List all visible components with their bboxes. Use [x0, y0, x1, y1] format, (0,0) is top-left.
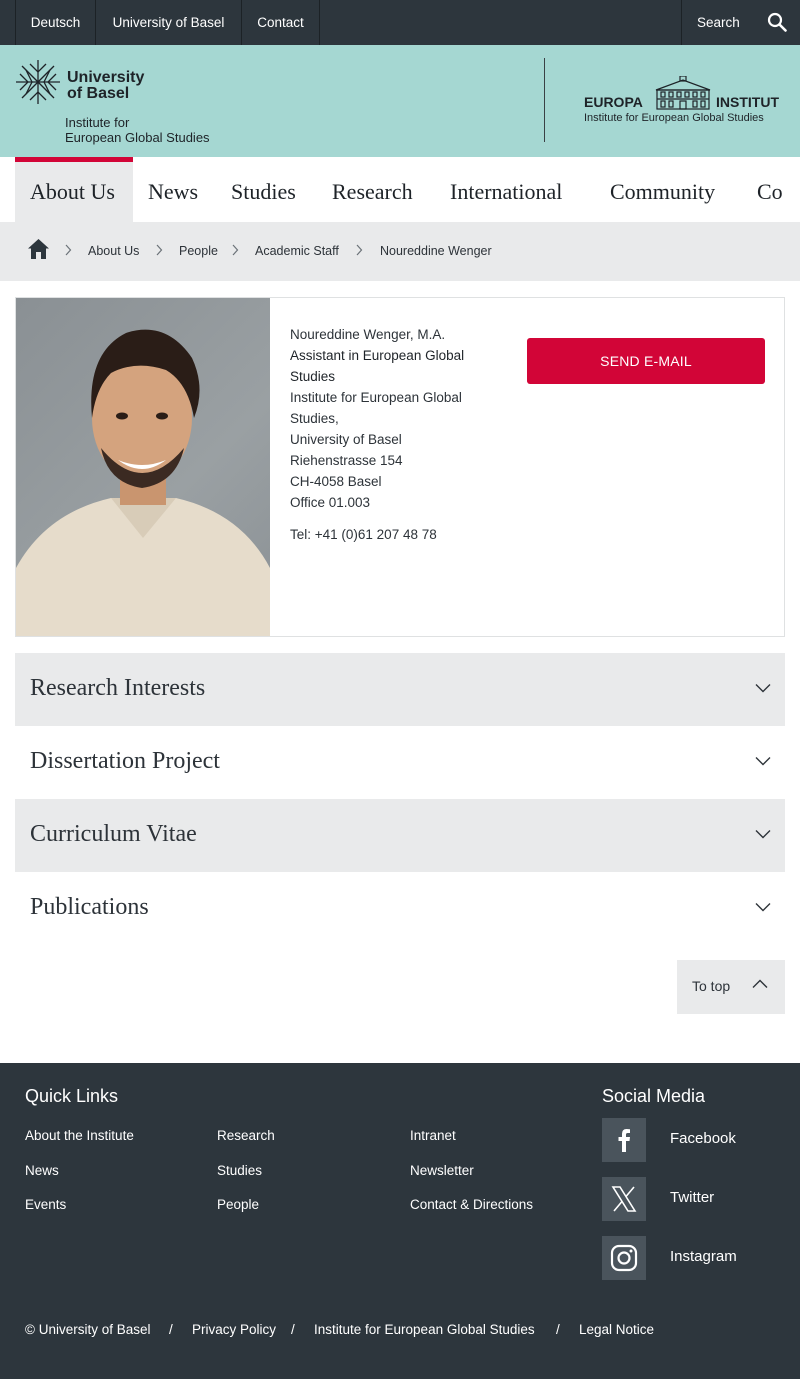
nav-item-studies[interactable]: Studies: [231, 157, 296, 222]
footer-link-events[interactable]: Events: [25, 1197, 66, 1212]
nav-item-community[interactable]: Community: [610, 157, 715, 222]
search-icon: [767, 12, 787, 32]
site-header: University of Basel Institute for Europe…: [0, 45, 800, 157]
copyright-link[interactable]: © University of Basel: [25, 1322, 151, 1337]
privacy-policy-link[interactable]: Privacy Policy: [192, 1322, 276, 1337]
facebook-icon[interactable]: [602, 1118, 646, 1162]
person-role-line1: Assistant in European Global: [290, 348, 465, 363]
instagram-link[interactable]: Instagram: [670, 1248, 737, 1265]
quick-links-heading: Quick Links: [25, 1086, 119, 1106]
twitter-x-icon[interactable]: [602, 1177, 646, 1221]
chevron-right-icon: [232, 244, 239, 256]
address-line: University of Basel: [290, 432, 402, 447]
footer-link-intranet[interactable]: Intranet: [410, 1128, 456, 1143]
chevron-down-icon: [755, 903, 771, 912]
instagram-icon[interactable]: [602, 1236, 646, 1280]
breadcrumb-people[interactable]: People: [179, 244, 218, 258]
footer-separator: /: [291, 1322, 295, 1337]
institute-link[interactable]: Institute for European Global Studies: [314, 1322, 535, 1337]
person-role-line2: Studies: [290, 369, 336, 384]
footer-link-contact-directions[interactable]: Contact & Directions: [410, 1197, 533, 1212]
nav-item-contact-truncated[interactable]: Co: [757, 157, 783, 222]
building-icon: [655, 76, 711, 110]
chevron-right-icon: [356, 244, 363, 256]
chevron-down-icon: [755, 684, 771, 693]
main-navigation: About Us News Studies Research Internati…: [0, 157, 800, 222]
top-bar: Deutsch University of Basel Contact Sear…: [0, 0, 800, 45]
university-logo-icon[interactable]: [15, 59, 61, 105]
breadcrumb: About Us People Academic Staff Noureddin…: [0, 222, 800, 281]
accordion-dissertation-project[interactable]: Dissertation Project: [15, 726, 785, 799]
profile-photo: [16, 298, 270, 636]
chevron-up-icon: [752, 979, 768, 988]
breadcrumb-about-us[interactable]: About Us: [88, 244, 139, 258]
contact-link[interactable]: Contact: [242, 0, 320, 45]
footer-link-people[interactable]: People: [217, 1197, 259, 1212]
accordion-publications[interactable]: Publications: [15, 872, 785, 945]
footer-link-research[interactable]: Research: [217, 1128, 275, 1143]
site-footer: Quick Links About the Institute News Eve…: [0, 1063, 800, 1379]
university-name[interactable]: University of Basel: [67, 70, 144, 102]
breadcrumb-academic-staff[interactable]: Academic Staff: [255, 244, 339, 258]
accordion-title: Publications: [30, 894, 149, 920]
footer-link-newsletter[interactable]: Newsletter: [410, 1163, 474, 1178]
europa-subtitle: Institute for European Global Studies: [584, 112, 764, 124]
to-top-button[interactable]: To top: [677, 960, 785, 1014]
footer-separator: /: [556, 1322, 560, 1337]
nav-item-international[interactable]: International: [450, 157, 562, 222]
twitter-link[interactable]: Twitter: [670, 1189, 714, 1206]
institut-word: INSTITUT: [716, 94, 779, 110]
chevron-down-icon: [755, 757, 771, 766]
accordion-title: Research Interests: [30, 675, 206, 701]
footer-link-about[interactable]: About the Institute: [25, 1128, 134, 1143]
footer-link-news[interactable]: News: [25, 1163, 59, 1178]
legal-notice-link[interactable]: Legal Notice: [579, 1322, 654, 1337]
nav-item-about-us[interactable]: About Us: [15, 157, 133, 222]
university-link[interactable]: University of Basel: [96, 0, 242, 45]
institute-name[interactable]: Institute for European Global Studies: [65, 115, 210, 145]
office-line: Office 01.003: [290, 495, 371, 510]
address-line: Institute for European Global: [290, 390, 462, 405]
header-divider: [544, 58, 545, 142]
contact-details: Noureddine Wenger, M.A. Assistant in Eur…: [290, 324, 490, 513]
accordion-title: Curriculum Vitae: [30, 821, 197, 847]
accordion-research-interests[interactable]: Research Interests: [15, 653, 785, 726]
phone-number[interactable]: Tel: +41 (0)61 207 48 78: [290, 527, 437, 542]
to-top-label: To top: [692, 978, 731, 994]
breadcrumb-current: Noureddine Wenger: [380, 244, 492, 258]
europa-word: EUROPA: [584, 94, 643, 110]
nav-item-news[interactable]: News: [148, 157, 198, 222]
footer-link-studies[interactable]: Studies: [217, 1163, 262, 1178]
address-line: Studies,: [290, 411, 339, 426]
language-switch-link[interactable]: Deutsch: [15, 0, 96, 45]
profile-card: Noureddine Wenger, M.A. Assistant in Eur…: [15, 297, 785, 637]
europa-institut-logo[interactable]: EUROPA INSTITUT Institute for European G…: [584, 76, 789, 126]
address-line: CH-4058 Basel: [290, 474, 382, 489]
facebook-link[interactable]: Facebook: [670, 1130, 736, 1147]
chevron-right-icon: [156, 244, 163, 256]
chevron-right-icon: [65, 244, 72, 256]
accordion-title: Dissertation Project: [30, 748, 220, 774]
person-name: Noureddine Wenger, M.A.: [290, 327, 446, 342]
chevron-down-icon: [755, 830, 771, 839]
address-line: Riehenstrasse 154: [290, 453, 403, 468]
search-label: Search: [697, 15, 740, 30]
nav-item-research[interactable]: Research: [332, 157, 413, 222]
home-icon[interactable]: [27, 238, 50, 260]
send-email-button[interactable]: SEND E-MAIL: [527, 338, 765, 384]
footer-separator: /: [169, 1322, 173, 1337]
person-portrait-icon: [16, 329, 270, 636]
social-media-heading: Social Media: [602, 1086, 706, 1106]
search-button[interactable]: Search: [681, 0, 800, 45]
accordion-curriculum-vitae[interactable]: Curriculum Vitae: [15, 799, 785, 872]
